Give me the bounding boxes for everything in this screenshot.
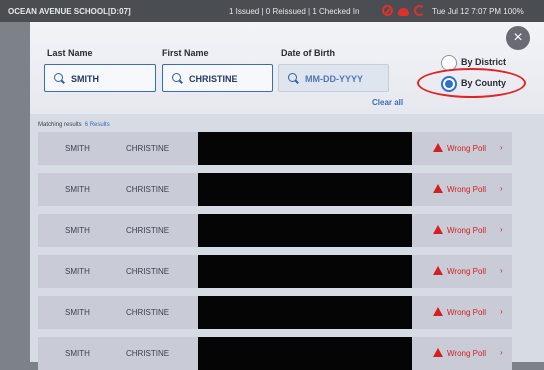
row-status: Wrong Poll xyxy=(447,144,486,153)
row-status: Wrong Poll xyxy=(447,185,486,194)
results-count: 6 Results xyxy=(84,122,110,128)
result-row[interactable]: SMITH CHRISTINE Wrong Poll › xyxy=(38,214,512,247)
row-last-name: SMITH xyxy=(65,267,90,276)
status-icons xyxy=(382,5,432,19)
row-last-name: SMITH xyxy=(65,226,90,235)
result-row[interactable]: SMITH CHRISTINE Wrong Poll › xyxy=(38,337,512,370)
first-name-value: CHRISTINE xyxy=(189,74,238,84)
datetime-battery: Tue Jul 12 7:07 PM 100% xyxy=(432,7,524,16)
row-first-name: CHRISTINE xyxy=(126,185,170,194)
search-icon xyxy=(288,73,297,82)
result-row[interactable]: SMITH CHRISTINE Wrong Poll › xyxy=(38,173,512,206)
polling-location: OCEAN AVENUE SCHOOL[D:07] xyxy=(8,7,131,16)
redacted-block xyxy=(198,132,412,165)
warning-icon xyxy=(433,225,443,234)
search-area: × Last Name SMITH First Name CHRISTINE D… xyxy=(30,22,544,114)
result-row[interactable]: SMITH CHRISTINE Wrong Poll › xyxy=(38,255,512,288)
chevron-right-icon: › xyxy=(500,184,503,193)
chevron-right-icon: › xyxy=(500,143,503,152)
sync-icon xyxy=(414,5,426,16)
row-status: Wrong Poll xyxy=(447,226,486,235)
clear-all-link[interactable]: Clear all xyxy=(372,98,403,107)
row-status: Wrong Poll xyxy=(447,308,486,317)
warning-icon xyxy=(433,348,443,357)
row-first-name: CHRISTINE xyxy=(126,144,170,153)
result-row[interactable]: SMITH CHRISTINE Wrong Poll › xyxy=(38,132,512,165)
chevron-right-icon: › xyxy=(500,348,503,357)
row-status: Wrong Poll xyxy=(447,267,486,276)
voter-search-panel: × Last Name SMITH First Name CHRISTINE D… xyxy=(30,22,544,370)
dob-field[interactable]: MM-DD-YYYY xyxy=(278,64,389,92)
row-last-name: SMITH xyxy=(65,349,90,358)
close-button[interactable]: × xyxy=(506,26,530,50)
redacted-block xyxy=(198,296,412,329)
last-name-value: SMITH xyxy=(71,74,99,84)
redacted-block xyxy=(198,255,412,288)
cloud-alert-icon xyxy=(398,7,410,16)
first-name-label: First Name xyxy=(162,48,209,58)
chevron-right-icon: › xyxy=(500,225,503,234)
by-district-label: By District xyxy=(461,57,507,67)
warning-icon xyxy=(433,307,443,316)
dob-placeholder: MM-DD-YYYY xyxy=(305,74,363,84)
row-first-name: CHRISTINE xyxy=(126,349,170,358)
results-label: Matching results xyxy=(38,122,82,128)
redacted-block xyxy=(198,337,412,370)
warning-icon xyxy=(433,184,443,193)
search-icon xyxy=(54,73,63,82)
last-name-label: Last Name xyxy=(47,48,93,58)
row-first-name: CHRISTINE xyxy=(126,308,170,317)
search-icon xyxy=(172,73,181,82)
row-last-name: SMITH xyxy=(65,185,90,194)
row-status: Wrong Poll xyxy=(447,349,486,358)
red-highlight-circle xyxy=(417,68,526,98)
redacted-block xyxy=(198,214,412,247)
row-first-name: CHRISTINE xyxy=(126,226,170,235)
redacted-block xyxy=(198,173,412,206)
dob-label: Date of Birth xyxy=(281,48,335,58)
no-entry-icon xyxy=(382,5,393,16)
row-last-name: SMITH xyxy=(65,144,90,153)
row-last-name: SMITH xyxy=(65,308,90,317)
warning-icon xyxy=(433,143,443,152)
checkin-counts: 1 Issued | 0 Reissued | 1 Checked In xyxy=(229,7,360,16)
chevron-right-icon: › xyxy=(500,266,503,275)
result-row[interactable]: SMITH CHRISTINE Wrong Poll › xyxy=(38,296,512,329)
chevron-right-icon: › xyxy=(500,307,503,316)
results-header: Matching results 6 Results xyxy=(38,122,110,128)
first-name-field[interactable]: CHRISTINE xyxy=(162,64,273,92)
warning-icon xyxy=(433,266,443,275)
last-name-field[interactable]: SMITH xyxy=(44,64,156,92)
status-bar: OCEAN AVENUE SCHOOL[D:07] 1 Issued | 0 R… xyxy=(0,0,544,22)
close-icon: × xyxy=(513,29,523,46)
row-first-name: CHRISTINE xyxy=(126,267,170,276)
